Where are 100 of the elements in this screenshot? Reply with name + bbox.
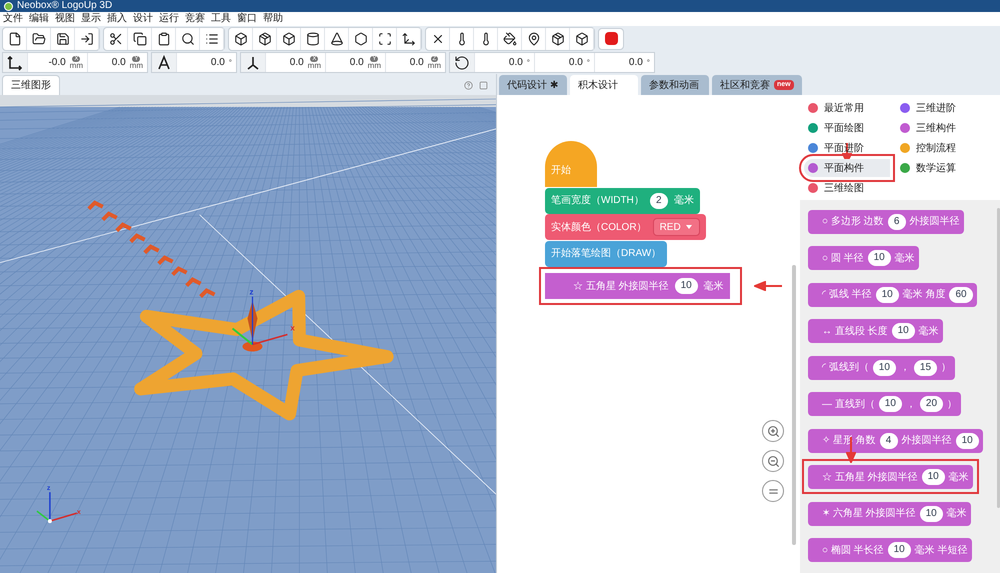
maximize-icon[interactable]: [479, 81, 488, 90]
block-label: ○ 椭圆 半长径: [822, 544, 884, 558]
code-block[interactable]: ○ 圆 半径 10 毫米: [808, 246, 919, 270]
block-label: ，: [900, 361, 910, 375]
block-input[interactable]: 10: [876, 286, 899, 302]
menu-item[interactable]: 竞赛: [182, 12, 208, 26]
file-icon: [8, 32, 22, 46]
menu-item[interactable]: 显示: [78, 12, 104, 26]
block-label: 毫米: [948, 470, 969, 484]
block-input[interactable]: 10: [956, 432, 979, 448]
pin-icon: [526, 32, 540, 46]
block-input[interactable]: 10: [892, 323, 915, 339]
block-input[interactable]: 6: [888, 214, 906, 230]
peak-icon: [156, 54, 172, 70]
menu-item[interactable]: 工具: [208, 12, 234, 26]
code-block[interactable]: ◜ 弧线 半径 10 毫米 角度 60: [808, 282, 977, 306]
category-item[interactable]: 数学运算: [896, 159, 1000, 177]
block-label: ↔ 直线段 长度: [822, 324, 888, 338]
code-block[interactable]: ✶ 六角星 外接圆半径 10 毫米: [808, 502, 971, 526]
block-input[interactable]: 10: [868, 250, 891, 266]
coordinate-field[interactable]: 0.0 °: [594, 53, 654, 72]
code-block[interactable]: — 直线到（ 10 ， 20 ）: [808, 392, 962, 416]
editor-tab[interactable]: 积木设计: [570, 75, 638, 95]
block-label: ○ 多边形 边数: [822, 214, 884, 229]
block-label: 外接圆半径: [902, 434, 952, 448]
coordinate-field[interactable]: 0.0 °: [474, 53, 534, 72]
pointer-arrow: [754, 280, 782, 290]
unit-label: mm: [308, 62, 321, 70]
editor-tab[interactable]: 代码设计 ✱: [499, 75, 567, 95]
caret-icon: [684, 223, 693, 231]
cylinder-icon: [306, 32, 320, 46]
menu-item[interactable]: 设计: [130, 12, 156, 26]
menu-item[interactable]: 编辑: [26, 12, 52, 26]
code-block[interactable]: ☆ 五角星 外接圆半径 10 毫米: [808, 465, 973, 489]
menu-item[interactable]: 视图: [52, 12, 78, 26]
scrollbar[interactable]: [997, 208, 1000, 508]
field-value: -0.0: [48, 56, 66, 70]
block-input[interactable]: 10: [922, 469, 945, 485]
block-label: 外接圆半径: [910, 214, 960, 229]
code-block[interactable]: ○ 多边形 边数 6 外接圆半径: [808, 210, 964, 234]
unit-label: mm: [130, 62, 143, 70]
block-label: ◜ 弧线 半径: [822, 288, 872, 302]
block-input[interactable]: 2: [650, 192, 668, 208]
block-label: 毫米: [674, 194, 694, 208]
block-input[interactable]: 10: [888, 542, 911, 558]
scrollbar[interactable]: [792, 265, 796, 545]
zoom-in-button[interactable]: [762, 420, 784, 442]
unit-label: mm: [368, 62, 381, 70]
menu-item[interactable]: 窗口: [234, 12, 260, 26]
package-icon: [550, 32, 564, 46]
coordinate-field[interactable]: 0.0 °: [534, 53, 594, 72]
unit-label: mm: [428, 62, 441, 70]
code-block[interactable]: ↔ 直线段 长度 10 毫米: [808, 319, 943, 343]
block-label: ☆ 五角星 外接圆半径: [573, 280, 669, 294]
editor-tab[interactable]: 参数和动画: [641, 75, 709, 95]
menu-item[interactable]: 运行: [156, 12, 182, 26]
menu-item[interactable]: 插入: [104, 12, 130, 26]
menu-item[interactable]: 文件: [0, 12, 26, 26]
zoom-out-icon: [766, 454, 780, 468]
help-icon[interactable]: [464, 81, 473, 90]
category-item[interactable]: 最近常用: [804, 99, 896, 117]
category-item[interactable]: 三维构件: [896, 119, 1000, 137]
block-label: ）: [941, 361, 952, 375]
search-icon: [180, 32, 194, 46]
code-block[interactable]: ○ 椭圆 半长径 10 毫米 半短径: [808, 538, 972, 562]
folder-icon: [32, 32, 46, 46]
block-input[interactable]: 10: [920, 506, 943, 522]
block-label: ）: [947, 398, 958, 412]
axes-icon: [245, 54, 261, 70]
block-label: ◜ 弧线到（: [822, 360, 869, 375]
code-block[interactable]: 笔画宽度（WIDTH） 2 毫米: [545, 188, 700, 214]
block-input[interactable]: 4: [880, 432, 898, 448]
block-label: ，: [906, 398, 916, 412]
field-value: 0.0: [568, 56, 583, 70]
view-tab[interactable]: 三维图形: [2, 75, 60, 95]
menu-item[interactable]: 帮助: [260, 12, 286, 26]
block-input[interactable]: 10: [878, 396, 902, 412]
category-item[interactable]: 控制流程: [896, 139, 1000, 157]
block-input[interactable]: 60: [949, 286, 973, 302]
block-label: ✶ 六角星 外接圆半径: [822, 506, 916, 521]
block-input[interactable]: 10: [674, 278, 698, 294]
category-item[interactable]: 三维进阶: [896, 99, 1000, 117]
category-item[interactable]: 三维绘图: [804, 179, 896, 197]
field-value: 0.0: [628, 56, 643, 70]
block-input[interactable]: 15: [914, 360, 938, 376]
category-item[interactable]: 平面构件: [804, 159, 890, 177]
stop-button[interactable]: [598, 28, 624, 50]
reset-zoom-button[interactable]: [762, 480, 784, 502]
stop-icon: [604, 32, 618, 45]
category-item[interactable]: 平面绘图: [804, 119, 896, 137]
field-value: 0.0: [210, 56, 225, 70]
zoom-out-button[interactable]: [762, 450, 784, 472]
code-block[interactable]: ◜ 弧线到（ 10 ， 15 ）: [808, 356, 956, 380]
block-input[interactable]: 20: [920, 396, 944, 412]
cone-icon: [330, 32, 344, 46]
arrow-into-icon: [80, 32, 94, 46]
cube-icon: [574, 32, 588, 46]
field-value: 0.0: [350, 56, 364, 70]
block-label: 毫米: [918, 324, 939, 338]
block-input[interactable]: 10: [872, 360, 896, 376]
